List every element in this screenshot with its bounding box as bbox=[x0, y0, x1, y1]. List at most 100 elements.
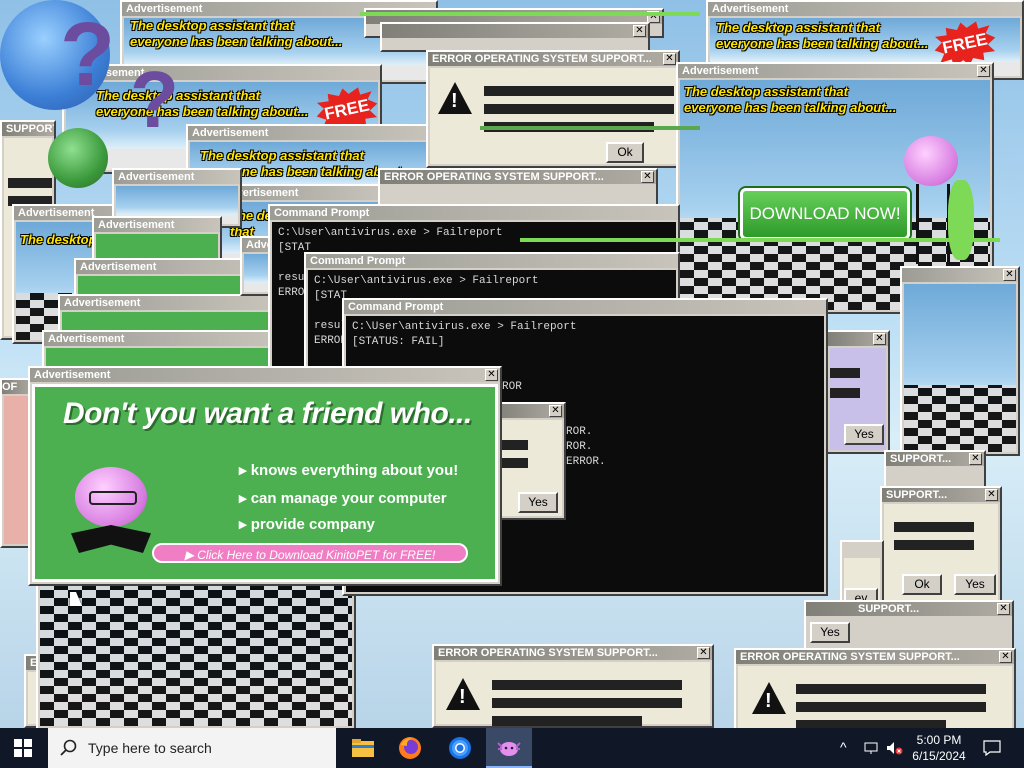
cmd-line: [STATUS: FAIL] bbox=[352, 336, 445, 348]
start-button[interactable] bbox=[0, 728, 46, 768]
yes-button[interactable]: Yes bbox=[518, 492, 558, 513]
clock-time: 5:00 PM bbox=[916, 733, 962, 747]
ad-title: Advertisement bbox=[44, 332, 280, 346]
warning-icon bbox=[438, 82, 472, 114]
feature-item: ▸ can manage your computer bbox=[239, 490, 447, 507]
glitch-line bbox=[480, 126, 700, 130]
ok-button[interactable]: Ok bbox=[902, 574, 942, 595]
redacted-text bbox=[894, 522, 974, 532]
close-icon[interactable]: ✕ bbox=[641, 171, 654, 183]
volume-muted-icon[interactable] bbox=[886, 741, 904, 755]
close-icon[interactable]: ✕ bbox=[1003, 269, 1016, 281]
error-window: ERROR OPERATING SYSTEM SUPPORT... ✕ bbox=[432, 644, 714, 728]
ok-button[interactable]: Ok bbox=[606, 142, 644, 163]
error-window: ERROR OPERATING SYSTEM SUPPORT... ✕ bbox=[378, 168, 658, 208]
yes-button[interactable]: Yes bbox=[844, 424, 884, 445]
close-icon[interactable]: ✕ bbox=[549, 405, 562, 417]
firefox-icon[interactable] bbox=[387, 728, 433, 768]
ad-title: Advertisement bbox=[60, 296, 276, 310]
search-placeholder: Type here to search bbox=[88, 740, 212, 756]
search-box[interactable]: Type here to search bbox=[48, 728, 336, 768]
error-body: Ok Yes bbox=[884, 504, 998, 600]
checker-floor bbox=[40, 582, 352, 726]
ad-title: Advertisement bbox=[30, 368, 500, 382]
close-icon[interactable]: ✕ bbox=[873, 333, 886, 345]
error-title: ERROR OPERATING SYSTEM SUPPORT... bbox=[380, 170, 656, 184]
redacted-text bbox=[498, 440, 528, 450]
redacted-text bbox=[492, 680, 682, 690]
ad-body bbox=[40, 582, 352, 726]
checker-floor bbox=[904, 384, 1016, 452]
yes-button[interactable]: Yes bbox=[810, 622, 850, 643]
glasses-icon bbox=[89, 491, 137, 505]
close-icon[interactable]: ✕ bbox=[663, 53, 676, 65]
close-icon[interactable]: ✕ bbox=[485, 369, 498, 381]
error-window: ✕ Yes bbox=[494, 402, 566, 520]
feature-item: ▸ knows everything about you! bbox=[239, 462, 459, 479]
friend-ad-body: Don't you want a friend who... ▸ knows e… bbox=[32, 384, 498, 582]
error-window: SUPPORT... ✕ Ok Yes bbox=[880, 486, 1002, 604]
file-explorer-icon[interactable] bbox=[340, 728, 386, 768]
close-icon[interactable]: ✕ bbox=[997, 603, 1010, 615]
search-icon bbox=[60, 739, 77, 756]
ad-slogan: The desktop assistant that everyone has b… bbox=[96, 88, 309, 119]
close-icon[interactable]: ✕ bbox=[969, 453, 982, 465]
ad-slogan: The desktop assistant that everyone has b… bbox=[130, 18, 343, 49]
clock[interactable]: 5:00 PM 6/15/2024 bbox=[906, 732, 972, 764]
redacted-text bbox=[796, 702, 986, 712]
error-body bbox=[738, 666, 1012, 728]
friend-ad-window: Advertisement ✕ Don't you want a friend … bbox=[28, 366, 502, 586]
error-body: Yes bbox=[498, 420, 562, 516]
ad-title: Advertisement bbox=[188, 126, 434, 140]
error-title: ERROR OPERATING SYSTEM SUPPORT... bbox=[434, 646, 712, 660]
redacted-text bbox=[498, 458, 528, 468]
axolotl-legs bbox=[916, 184, 950, 264]
error-window: ✕ Yes bbox=[826, 330, 890, 454]
axolotl-mascot bbox=[48, 128, 108, 188]
taskbar: Type here to search ^ 5:00 PM 6/15/2024 bbox=[0, 728, 1024, 768]
error-window: SUPPORT... ✕ Yes bbox=[804, 600, 1014, 650]
close-icon[interactable]: ✕ bbox=[697, 647, 710, 659]
error-body: ev bbox=[844, 558, 880, 602]
redacted-text bbox=[796, 684, 986, 694]
book-icon bbox=[71, 525, 151, 553]
error-window: ✕ bbox=[380, 22, 650, 52]
chrome-icon[interactable] bbox=[437, 728, 483, 768]
ad-slogan: The desktop assistant that everyone has b… bbox=[716, 20, 929, 51]
cmd-title: Command Prompt bbox=[270, 206, 678, 220]
kinitopet-icon[interactable] bbox=[486, 728, 532, 768]
download-now-button[interactable]: DOWNLOAD NOW! bbox=[740, 188, 910, 240]
feature-item: ▸ provide company bbox=[239, 516, 375, 533]
axolotl-mascot bbox=[904, 136, 958, 186]
ad-slogan: The desktop assistant that everyone has b… bbox=[684, 84, 897, 115]
cmd-title: Command Prompt bbox=[344, 300, 826, 314]
glitch-line bbox=[360, 12, 700, 16]
error-window: ev bbox=[840, 540, 884, 604]
error-title bbox=[382, 24, 648, 38]
ad-window: ✕ bbox=[900, 266, 1020, 456]
mouse-cursor bbox=[70, 592, 82, 606]
error-body bbox=[436, 662, 710, 726]
close-icon[interactable]: ✕ bbox=[985, 489, 998, 501]
glitch-line bbox=[520, 238, 1000, 242]
cmd-line: C:\User\antivirus.exe > Failreport bbox=[314, 275, 539, 287]
yes-button[interactable]: Yes bbox=[954, 574, 996, 595]
notification-icon[interactable] bbox=[983, 740, 1001, 756]
close-icon[interactable]: ✕ bbox=[633, 25, 646, 37]
redacted-text bbox=[796, 720, 946, 728]
error-title: SUPPORT... bbox=[806, 602, 1012, 616]
redacted-text bbox=[8, 178, 52, 188]
close-icon[interactable]: ✕ bbox=[999, 651, 1012, 663]
ad-body bbox=[904, 284, 1016, 452]
desktop: Advertisement The desktop assistant that… bbox=[0, 0, 1024, 728]
redacted-text bbox=[492, 698, 682, 708]
show-hidden-icons[interactable]: ^ bbox=[840, 739, 847, 755]
warning-icon bbox=[752, 682, 786, 714]
cmd-title: Command Prompt bbox=[306, 254, 678, 268]
redacted-text bbox=[492, 716, 642, 726]
download-kinitopet-button[interactable]: ▶ Click Here to Download KinitoPET for F… bbox=[152, 543, 468, 563]
ad-title: Advertisement bbox=[678, 64, 992, 78]
network-icon[interactable] bbox=[864, 741, 880, 755]
friend-headline: Don't you want a friend who... bbox=[63, 397, 472, 430]
close-icon[interactable]: ✕ bbox=[977, 65, 990, 77]
